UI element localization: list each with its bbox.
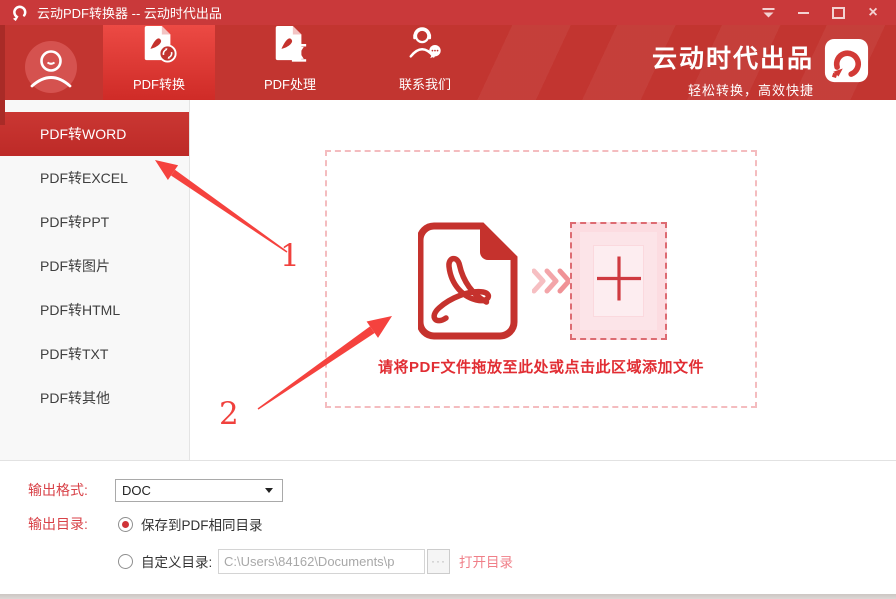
- tab-label: PDF处理: [264, 74, 316, 93]
- sidebar-item-pdf-to-html[interactable]: PDF转HTML: [0, 288, 189, 332]
- chevrons-right-icon: [532, 268, 572, 294]
- sidebar-item-pdf-to-ppt[interactable]: PDF转PPT: [0, 200, 189, 244]
- app-logo-icon: [10, 4, 30, 21]
- pdf-process-icon: [271, 24, 309, 69]
- pdf-document-icon: [418, 222, 518, 340]
- tray-caret-icon[interactable]: [761, 6, 775, 20]
- output-format-label: 输出格式:: [28, 480, 88, 500]
- add-file-target[interactable]: [570, 222, 667, 340]
- contact-headset-icon: [406, 24, 444, 69]
- custom-dir-input[interactable]: [218, 549, 425, 574]
- app-window: 云动PDF转换器 -- 云动时代出品 ×: [0, 0, 896, 599]
- radio-same-dir-label[interactable]: 保存到PDF相同目录: [141, 514, 263, 534]
- sidebar: PDF转WORD PDF转EXCEL PDF转PPT PDF转图片 PDF转HT…: [0, 100, 190, 460]
- brand-app-icon: [824, 38, 869, 83]
- brand-name: 云动时代出品: [652, 39, 814, 75]
- sidebar-item-pdf-to-word[interactable]: PDF转WORD: [0, 112, 189, 156]
- header: PDF转换 PDF处理: [0, 25, 896, 100]
- radio-custom-dir-label[interactable]: 自定义目录:: [141, 551, 212, 571]
- minimize-button[interactable]: [796, 6, 810, 20]
- avatar-zone: [0, 25, 103, 100]
- output-format-select[interactable]: DOC: [115, 479, 283, 502]
- tab-pdf-convert[interactable]: PDF转换: [103, 25, 215, 100]
- window-bottom-border: [0, 594, 896, 599]
- sidebar-item-pdf-to-txt[interactable]: PDF转TXT: [0, 332, 189, 376]
- tab-pdf-process[interactable]: PDF处理: [232, 25, 348, 100]
- sidebar-item-pdf-to-other[interactable]: PDF转其他: [0, 376, 189, 420]
- brand-text: 云动时代出品 轻松转换，高效快捷: [652, 39, 814, 99]
- sidebar-item-pdf-to-excel[interactable]: PDF转EXCEL: [0, 156, 189, 200]
- tab-label: PDF转换: [133, 74, 185, 93]
- radio-same-dir[interactable]: [118, 517, 133, 532]
- user-avatar-icon[interactable]: [25, 41, 77, 93]
- radio-custom-dir[interactable]: [118, 554, 133, 569]
- open-dir-link[interactable]: 打开目录: [459, 551, 513, 571]
- output-format-value: DOC: [122, 483, 151, 498]
- output-settings-panel: 输出格式: DOC 输出目录: 保存到PDF相同目录 自定义目录: ··· 打开…: [0, 460, 896, 594]
- sidebar-item-pdf-to-image[interactable]: PDF转图片: [0, 244, 189, 288]
- window-edge-strip: [0, 25, 5, 125]
- maximize-button[interactable]: [831, 6, 845, 20]
- dropdown-caret-icon: [265, 488, 273, 493]
- close-button[interactable]: ×: [866, 6, 880, 20]
- titlebar: 云动PDF转换器 -- 云动时代出品 ×: [0, 0, 896, 25]
- brand-tagline: 轻松转换，高效快捷: [652, 80, 814, 99]
- pdf-convert-icon: [140, 24, 178, 69]
- tab-contact-us[interactable]: 联系我们: [367, 25, 483, 100]
- window-title: 云动PDF转换器 -- 云动时代出品: [37, 3, 222, 22]
- output-dir-label: 输出目录:: [28, 514, 88, 534]
- dropzone[interactable]: 请将PDF文件拖放至此处或点击此区域添加文件: [325, 150, 757, 408]
- dropzone-hint: 请将PDF文件拖放至此处或点击此区域添加文件: [327, 356, 755, 377]
- plus-icon: [595, 255, 643, 308]
- browse-button[interactable]: ···: [427, 549, 450, 574]
- window-controls: ×: [761, 6, 896, 20]
- tab-label: 联系我们: [399, 74, 451, 93]
